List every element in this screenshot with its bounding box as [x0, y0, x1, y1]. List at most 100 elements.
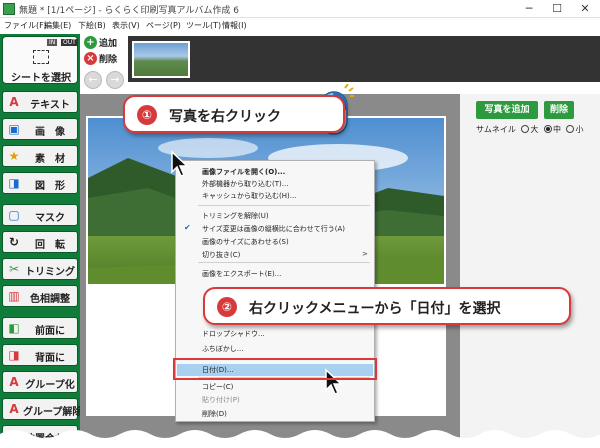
- step1-text: 写真を右クリック: [169, 109, 281, 125]
- context-menu-item[interactable]: 画像をエクスポート(E)...: [202, 269, 281, 279]
- context-menu-item[interactable]: ドロップシャドウ...: [202, 329, 265, 339]
- step2-text: 右クリックメニューから「日付」を選択: [249, 301, 501, 317]
- size-medium-label: 中: [552, 125, 561, 134]
- selection-icon: [33, 50, 49, 64]
- photo-side-panel: 写真を追加 削除 サムネイル 大 中 小: [460, 94, 600, 448]
- page-thumbnail[interactable]: [132, 41, 190, 78]
- tool-panel: IN OUT シートを選択 A テキスト ▣ 画 像 ★ 素 材 ◨ 図 形 ▢ マスク ↻ 回 転 ✂…: [0, 34, 83, 448]
- size-large-label: 大: [530, 125, 539, 134]
- date-item-highlight-box: [173, 358, 377, 380]
- tool-label: 前面に: [35, 326, 65, 337]
- size-large-radio[interactable]: [521, 125, 530, 133]
- thumbnail-label: サムネイル: [476, 125, 516, 134]
- tool-label: 背面に: [35, 353, 65, 364]
- close-button[interactable]: ✕: [572, 0, 598, 18]
- tool-button[interactable]: ▣ 画 像: [2, 118, 78, 140]
- tool-label: 色相調整: [30, 294, 70, 305]
- step1-number: ①: [137, 105, 157, 125]
- tool-button[interactable]: A グループ解除: [2, 398, 83, 420]
- menu-file[interactable]: ファイル(F): [4, 20, 47, 31]
- context-menu-item[interactable]: 削除(D): [202, 409, 227, 419]
- mask-icon: ▢: [8, 208, 20, 222]
- context-menu-item[interactable]: 画像ファイルを開く(O)...: [202, 167, 285, 177]
- tool-button[interactable]: A グループ化: [2, 371, 78, 393]
- select-sheet-button[interactable]: IN OUT シートを選択: [2, 36, 78, 84]
- tool-label: グループ解除: [23, 407, 83, 418]
- step2-callout: ② 右クリックメニューから「日付」を選択: [203, 287, 571, 325]
- step2-number: ②: [217, 297, 237, 317]
- color-adjust-icon: ▥: [8, 289, 20, 303]
- delete-page-label: 削除: [99, 55, 118, 65]
- context-menu-item[interactable]: キャッシュから取り込む(H)...: [202, 191, 296, 201]
- menu-tools[interactable]: ツール(T): [186, 20, 221, 31]
- scissors-icon: ✂: [8, 262, 20, 276]
- image-icon: ▣: [8, 122, 20, 136]
- menu-background[interactable]: 下絵(B): [78, 20, 106, 31]
- menu-view[interactable]: 表示(V): [112, 20, 140, 31]
- rotate-icon: ↻: [8, 235, 20, 249]
- tool-button[interactable]: ✂ トリミング: [2, 258, 78, 280]
- tool-button[interactable]: ◧ 前面に: [2, 317, 78, 339]
- star-icon: ★: [8, 149, 20, 163]
- plus-icon: +: [84, 36, 97, 49]
- menu-info[interactable]: 情報(I): [222, 20, 247, 31]
- menu-bar: ファイル(F) 編集(E) 下絵(B) 表示(V) ページ(P) ツール(T) …: [0, 19, 600, 33]
- menu-edit[interactable]: 編集(E): [44, 20, 71, 31]
- menu-separator: [198, 262, 370, 263]
- context-menu-item[interactable]: 貼り付け(P): [202, 395, 240, 405]
- arrow-cursor-icon: [171, 150, 189, 177]
- shape-icon: ◨: [8, 176, 20, 190]
- tool-button[interactable]: ↻ 回 転: [2, 231, 78, 253]
- page-thumbnail-strip: [128, 36, 600, 82]
- tool-button[interactable]: A テキスト: [2, 91, 78, 113]
- context-menu-item[interactable]: ふちぼかし...: [202, 344, 243, 354]
- context-menu-item[interactable]: 画像のサイズにあわせる(S): [202, 237, 289, 247]
- size-medium-radio[interactable]: [543, 125, 552, 133]
- tool-label: 画 像: [35, 127, 65, 138]
- tool-button[interactable]: ▥ 色相調整: [2, 285, 78, 307]
- text-icon: A: [9, 95, 19, 109]
- context-menu-item[interactable]: 外部機器から取り込む(T)...: [202, 179, 288, 189]
- delete-photo-button[interactable]: 削除: [544, 101, 574, 119]
- thumbnail-size-control: サムネイル 大 中 小: [476, 124, 583, 135]
- size-small-radio[interactable]: [566, 125, 575, 133]
- context-menu-item[interactable]: コピー(C): [202, 382, 233, 392]
- size-small-label: 小: [575, 125, 584, 134]
- tool-label: テキスト: [30, 100, 70, 111]
- window-title: 無題 * [1/1ページ] - らくらく印刷写真アルバム作成 6: [19, 6, 240, 16]
- tool-label: 図 形: [35, 181, 65, 192]
- add-photo-button[interactable]: 写真を追加: [476, 101, 538, 119]
- next-page-icon[interactable]: →: [106, 71, 124, 89]
- send-back-icon: ◨: [8, 348, 20, 362]
- minimize-button[interactable]: ─: [516, 0, 542, 18]
- add-page-label: 追加: [99, 39, 118, 49]
- maximize-button[interactable]: ☐: [544, 0, 570, 18]
- torn-edge: [0, 430, 600, 448]
- tool-button[interactable]: ▢ マスク: [2, 204, 78, 226]
- tool-button[interactable]: ◨ 図 形: [2, 172, 78, 194]
- title-bar: 無題 * [1/1ページ] - らくらく印刷写真アルバム作成 6 ─ ☐ ✕: [0, 0, 600, 18]
- bring-front-icon: ◧: [8, 321, 20, 335]
- context-menu-item[interactable]: 切り抜き(C): [202, 250, 240, 260]
- prev-page-icon[interactable]: ←: [84, 71, 102, 89]
- tool-button[interactable]: ◨ 背面に: [2, 344, 78, 366]
- menu-separator: [198, 205, 370, 206]
- submenu-arrow-icon: >: [362, 250, 368, 258]
- tool-button[interactable]: ★ 素 材: [2, 145, 78, 167]
- tool-label: グループ化: [25, 380, 75, 391]
- out-badge: OUT: [61, 39, 78, 46]
- app-icon: [3, 3, 15, 15]
- tool-label: マスク: [35, 213, 65, 224]
- menu-page[interactable]: ページ(P): [146, 20, 181, 31]
- context-menu-item[interactable]: トリミングを解除(U): [202, 211, 269, 221]
- in-badge: IN: [47, 39, 58, 46]
- tool-label: 素 材: [35, 154, 65, 165]
- ungroup-icon: A: [9, 402, 19, 416]
- delete-icon: ×: [84, 52, 97, 65]
- select-sheet-label: シートを選択: [11, 73, 71, 84]
- tool-label: 回 転: [35, 240, 65, 251]
- checkmark-icon: ✔: [184, 223, 191, 232]
- step1-callout: ① 写真を右クリック: [123, 95, 345, 133]
- tool-label: トリミング: [25, 267, 75, 278]
- context-menu-item[interactable]: サイズ変更は画像の縦横比に合わせて行う(A): [202, 224, 345, 234]
